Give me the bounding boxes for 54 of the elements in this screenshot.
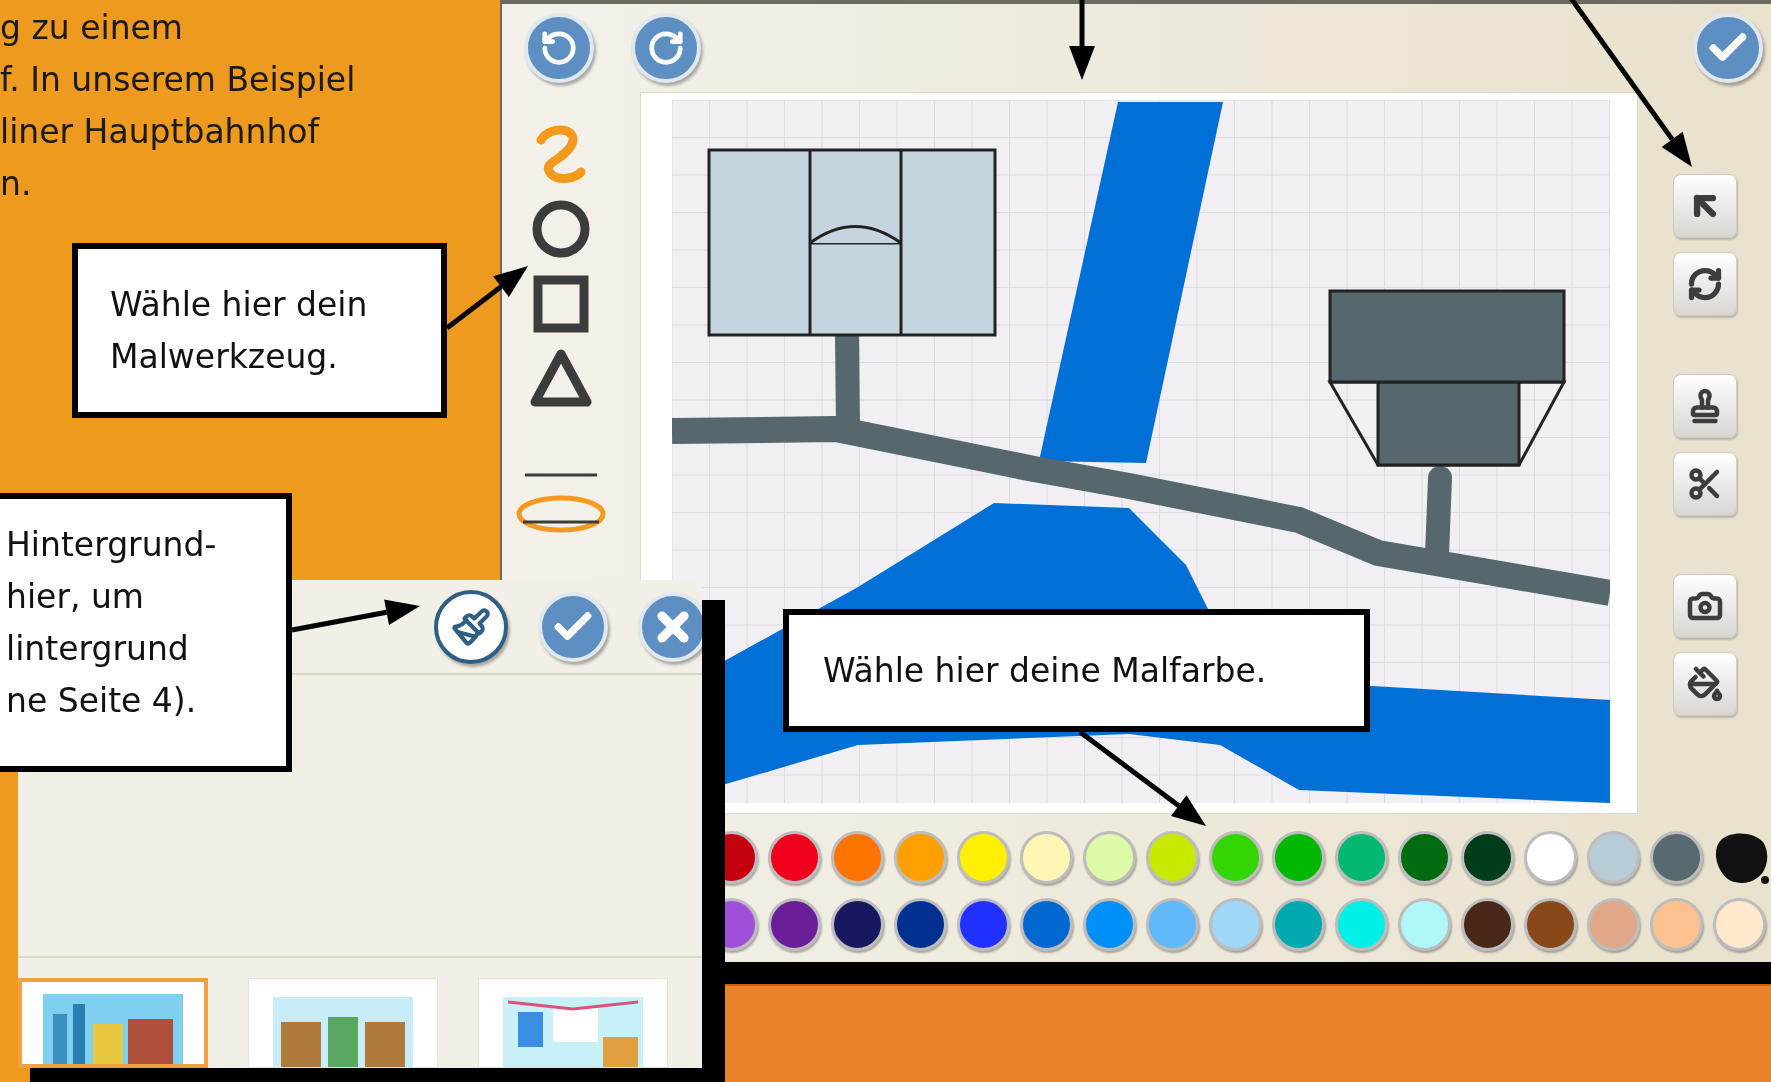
color-swatch[interactable] <box>1713 898 1766 951</box>
redo-icon <box>647 29 685 67</box>
color-swatch[interactable] <box>1146 830 1199 884</box>
paint-bucket-icon <box>1686 666 1723 702</box>
color-swatch[interactable] <box>1083 830 1136 884</box>
fill-button[interactable] <box>1672 652 1737 716</box>
color-swatch[interactable] <box>894 898 947 951</box>
color-swatch[interactable] <box>1461 830 1514 884</box>
undo-button[interactable] <box>524 13 594 83</box>
color-swatch[interactable] <box>1146 898 1199 951</box>
color-swatch[interactable] <box>1398 898 1451 951</box>
color-swatch[interactable] <box>1650 898 1703 951</box>
redo-button[interactable] <box>631 13 701 83</box>
line-tool-icon <box>525 472 597 478</box>
triangle-tool-icon <box>529 348 593 408</box>
paintbrush-icon <box>451 606 491 647</box>
color-swatch[interactable] <box>768 898 821 951</box>
color-swatch[interactable] <box>1587 830 1640 884</box>
intro-paragraph: g zu einem f. In unserem Beispiel liner Hauptbahnhof n. <box>0 7 356 205</box>
color-swatch[interactable] <box>894 830 947 884</box>
confirm-button[interactable] <box>1693 13 1763 83</box>
color-swatch[interactable] <box>1335 898 1388 951</box>
color-swatch[interactable] <box>1209 830 1262 884</box>
color-swatch[interactable] <box>1461 898 1514 951</box>
rotate-button[interactable] <box>1672 252 1737 316</box>
color-swatch[interactable] <box>957 830 1010 884</box>
color-swatch[interactable] <box>768 830 821 884</box>
callout-text: Wähle hier deine Malfarbe. <box>823 649 1267 692</box>
callout-text: Hintergrund- hier, um lintergrund ne Seite 4). <box>6 524 218 722</box>
select-button[interactable] <box>1672 174 1737 238</box>
background-thumbnail[interactable] <box>18 978 208 1068</box>
color-swatch[interactable] <box>1272 830 1325 884</box>
cut-button[interactable] <box>1672 452 1737 516</box>
color-swatch[interactable] <box>1209 898 1262 951</box>
color-swatch[interactable] <box>1650 830 1703 884</box>
color-swatch[interactable] <box>1335 830 1388 884</box>
color-swatch[interactable] <box>1020 830 1073 884</box>
color-swatch[interactable] <box>1587 898 1640 951</box>
callout-text: Wähle hier dein Malwerkzeug. <box>110 283 368 378</box>
color-swatch[interactable] <box>831 898 884 951</box>
color-swatch[interactable] <box>1083 898 1136 951</box>
undo-icon <box>540 29 578 67</box>
color-swatch[interactable] <box>1020 898 1073 951</box>
color-swatch[interactable] <box>1524 898 1577 951</box>
color-swatch[interactable] <box>1272 898 1325 951</box>
circle-tool-icon <box>530 198 592 260</box>
color-swatch[interactable] <box>957 898 1010 951</box>
rotate-icon <box>1686 266 1723 302</box>
color-swatch[interactable] <box>1524 830 1577 884</box>
stamp-button[interactable] <box>1672 374 1737 438</box>
color-swatch[interactable] <box>831 830 884 884</box>
square-tool-icon <box>532 274 590 334</box>
color-swatch[interactable] <box>1398 830 1451 884</box>
camera-button[interactable] <box>1672 574 1737 638</box>
